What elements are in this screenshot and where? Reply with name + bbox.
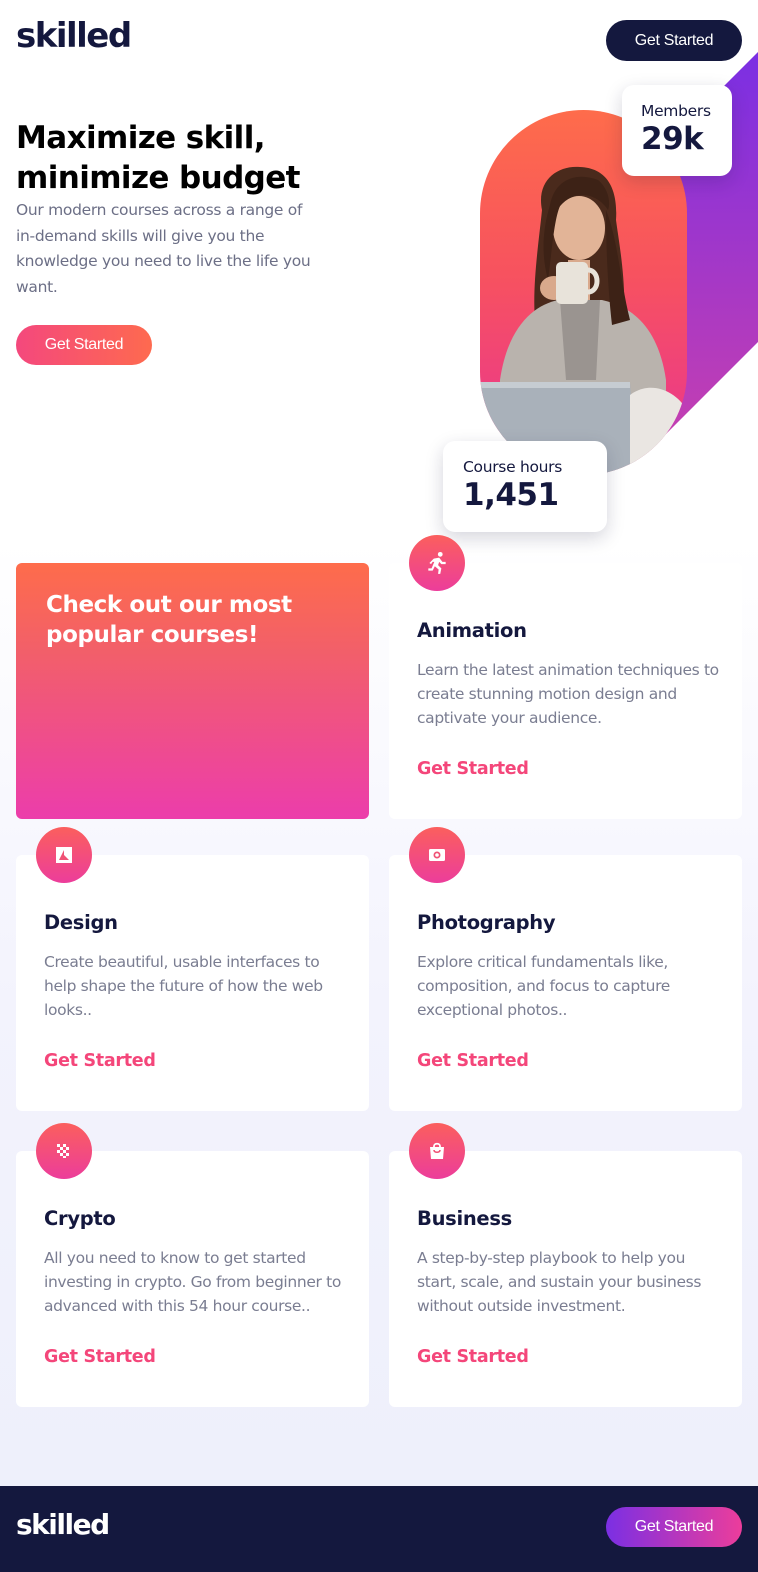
footer-logo[interactable]: skilled [16,1508,110,1541]
members-stat-card: Members 29k [622,85,732,176]
popular-courses-promo-card: Check out our most popular courses! [16,563,369,819]
course-hours-stat-card: Course hours 1,451 [443,441,607,532]
hero-title-line-1: Maximize skill, [16,120,266,156]
design-icon [36,827,92,883]
members-value: 29k [641,121,704,157]
course-get-started-link[interactable]: Get Started [417,1347,529,1367]
hero-title-line-2: minimize budget [16,160,301,196]
course-card-photography: Photography Explore critical fundamental… [389,827,742,1111]
course-card-crypto: Crypto All you need to know to get start… [16,1123,369,1407]
course-description: A step-by-step playbook to help you star… [417,1249,702,1315]
course-card-business: Business A step-by-step playbook to help… [389,1123,742,1407]
crypto-icon [36,1123,92,1179]
camera-icon [409,827,465,883]
course-get-started-link[interactable]: Get Started [417,1051,529,1071]
course-title: Business [417,1207,512,1230]
course-hours-label: Course hours [463,458,563,476]
running-person-icon [409,535,465,591]
hero-description: Our modern courses across a range of in-… [16,201,311,296]
footer: skilled Get Started [0,1486,758,1572]
course-description: Explore critical fundamentals like, comp… [417,953,670,1019]
hero-title: Maximize skill, minimize budget [16,118,316,198]
course-title: Crypto [44,1207,116,1230]
course-description: Create beautiful, usable interfaces to h… [44,953,323,1019]
promo-title: Check out our most popular courses! [46,592,292,648]
course-get-started-link[interactable]: Get Started [44,1347,156,1367]
course-title: Animation [417,619,527,642]
course-card-animation: Animation Learn the latest animation tec… [389,535,742,819]
course-get-started-link[interactable]: Get Started [44,1051,156,1071]
course-get-started-link[interactable]: Get Started [417,759,529,779]
course-hours-value: 1,451 [463,477,559,513]
course-description: All you need to know to get started inve… [44,1249,341,1315]
logo[interactable]: skilled [16,16,132,56]
course-title: Design [44,911,118,934]
course-title: Photography [417,911,556,934]
hero-get-started-button[interactable]: Get Started [16,325,152,365]
members-label: Members [641,102,711,120]
course-card-design: Design Create beautiful, usable interfac… [16,827,369,1111]
shopping-bag-icon [409,1123,465,1179]
footer-get-started-button[interactable]: Get Started [606,1507,742,1547]
course-description: Learn the latest animation techniques to… [417,661,719,727]
header-get-started-button[interactable]: Get Started [606,20,742,61]
